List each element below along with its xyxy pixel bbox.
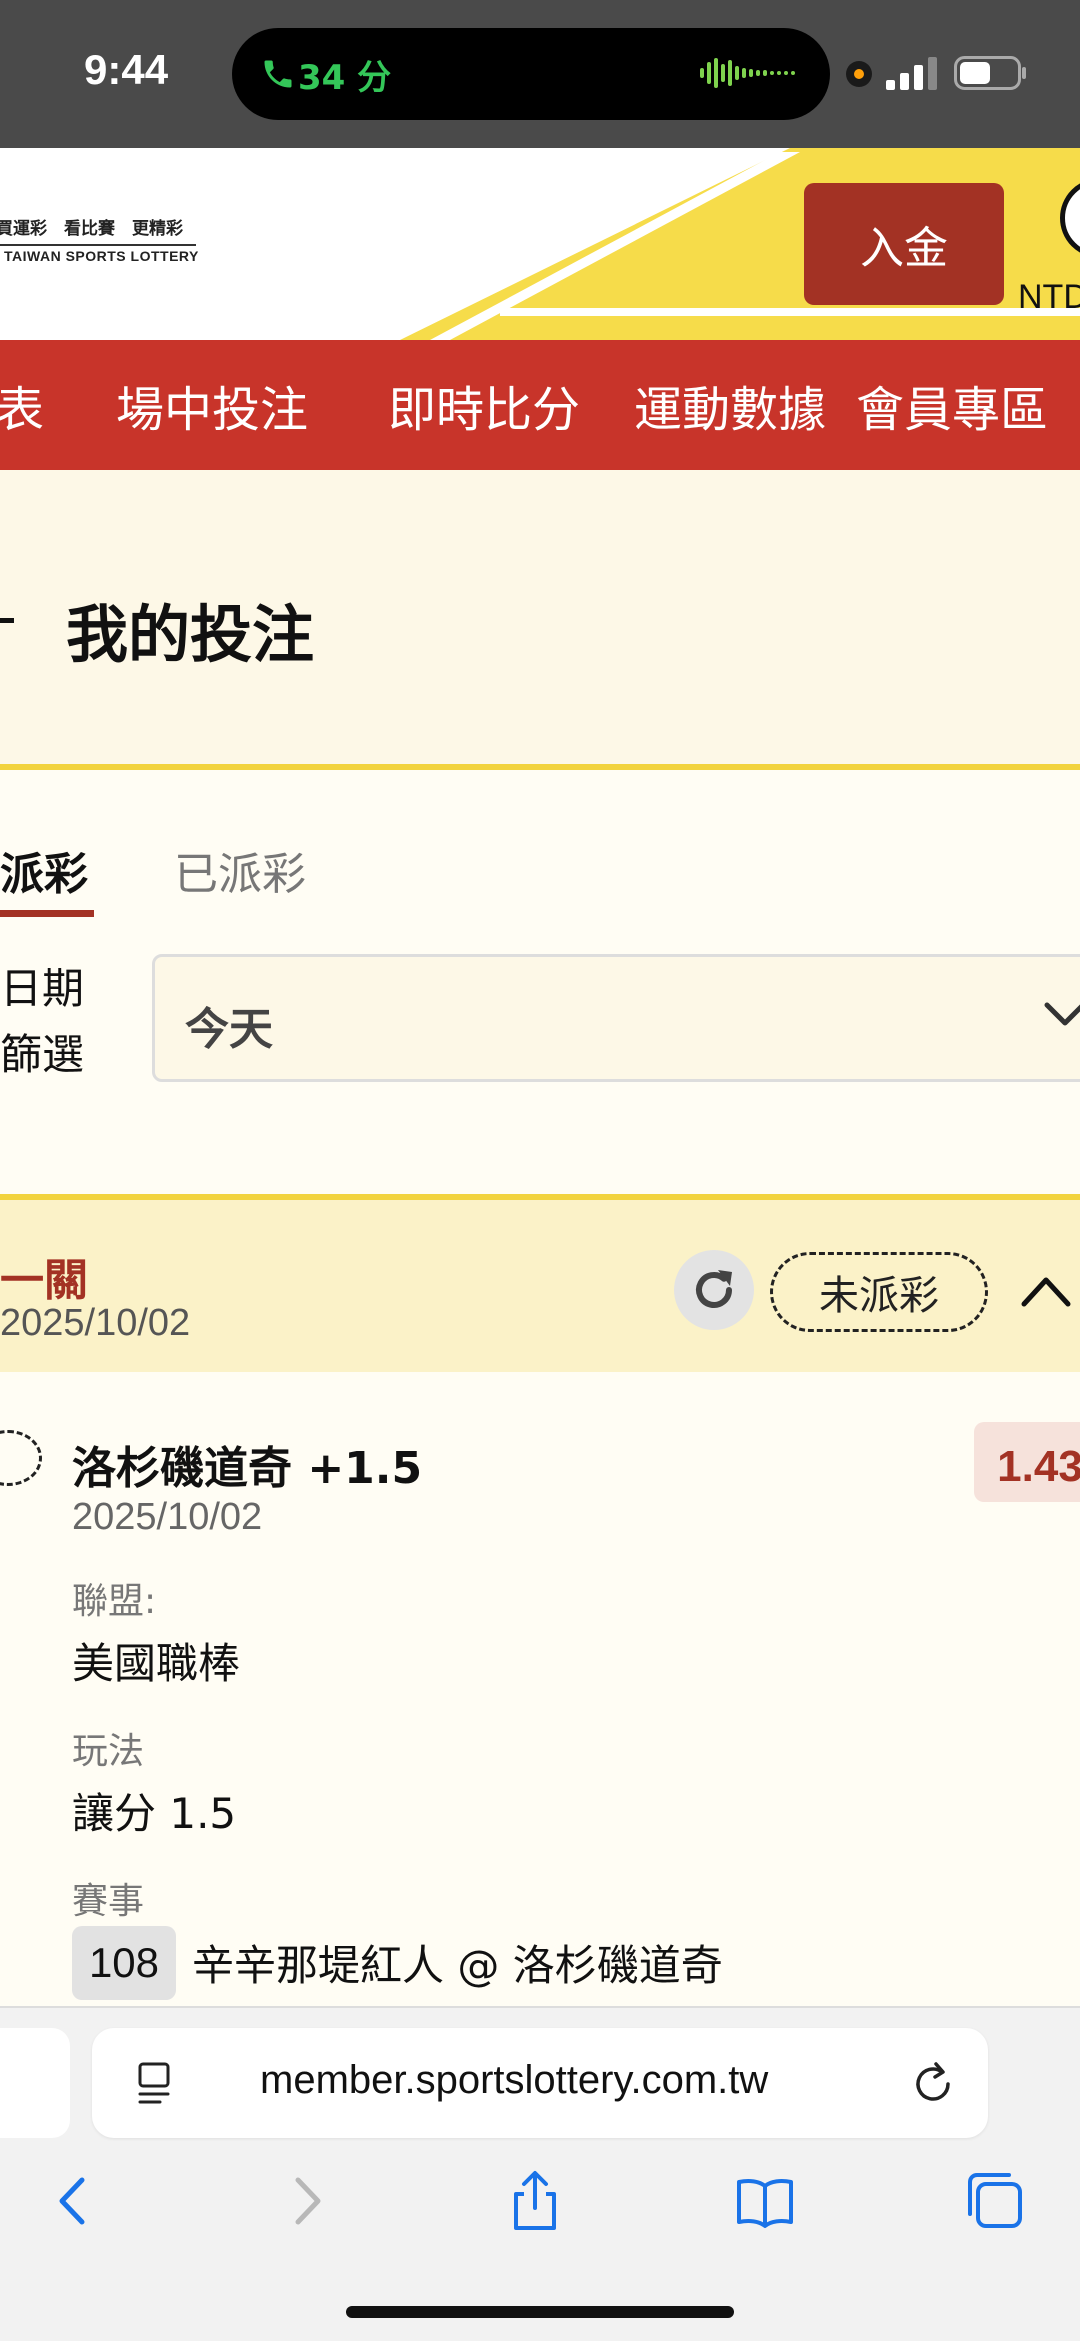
logo-slogan: 買運彩 看比賽 更精彩 <box>0 219 183 239</box>
tab-unsettled[interactable]: 派彩 <box>0 838 88 902</box>
refresh-icon <box>696 1270 732 1308</box>
bet-selection: 洛杉磯道奇 +1.5 <box>72 1443 423 1494</box>
deposit-button[interactable]: 入金 <box>804 183 1004 305</box>
logo-text: TAIWAN SPORTS LOTTERY <box>4 248 199 264</box>
currency-label: NTD <box>1018 278 1080 316</box>
chevron-up-icon[interactable] <box>1020 1272 1072 1308</box>
site-header: 買運彩 看比賽 更精彩 TAIWAN SPORTS LOTTERY 入金 NTD <box>0 148 1080 340</box>
bet-date: 2025/10/02 <box>0 1302 191 1344</box>
pending-status-icon <box>0 1430 42 1486</box>
logo-divider <box>0 244 196 246</box>
bet-card-header[interactable]: 一關 2025/10/02 未派彩 <box>0 1194 1080 1372</box>
chevron-down-icon <box>1044 1002 1080 1026</box>
previous-tab-preview[interactable] <box>0 2028 70 2138</box>
event-id-badge: 108 <box>72 1926 176 2000</box>
battery-icon <box>954 56 1026 90</box>
call-duration: 34 分 <box>298 58 392 98</box>
date-filter-select[interactable]: 今天 <box>152 954 1080 1082</box>
play-label: 玩法 <box>72 1731 145 1772</box>
tabs-icon[interactable] <box>962 2168 1028 2234</box>
odds-value: 1.43 <box>997 1442 1080 1491</box>
reload-icon[interactable] <box>910 2056 958 2108</box>
tab-active-indicator <box>0 910 94 917</box>
nav-item-schedule[interactable]: 表 <box>0 370 44 440</box>
nav-item-live-betting[interactable]: 場中投注 <box>116 370 308 440</box>
bookmarks-icon[interactable] <box>732 2168 798 2234</box>
odds-badge: 1.43 <box>974 1422 1080 1502</box>
tab-settled[interactable]: 已派彩 <box>174 838 306 902</box>
status-bar: 9:44 34 分 <box>0 0 1080 148</box>
page-title: 我的投注 <box>66 598 315 671</box>
nav-item-sports-data[interactable]: 運動數據 <box>634 370 826 440</box>
main-nav: 表 場中投注 即時比分 運動數據 會員專區 <box>0 340 1080 470</box>
phone-icon <box>264 60 292 88</box>
back-arrow-icon[interactable] <box>40 2168 106 2234</box>
home-indicator[interactable] <box>346 2306 734 2318</box>
browser-toolbar: member.sportslottery.com.tw <box>0 2006 1080 2341</box>
date-filter-label: 日期 篩選 <box>0 956 90 1088</box>
status-time: 9:44 <box>84 46 169 93</box>
address-bar[interactable]: member.sportslottery.com.tw <box>92 2028 988 2138</box>
bet-type: 一關 <box>0 1255 88 1306</box>
refresh-button[interactable] <box>674 1250 754 1330</box>
date-filter-label-line2: 篩選 <box>0 1030 85 1079</box>
event-name: 辛辛那堤紅人 @ 洛杉磯道奇 <box>192 1941 723 1990</box>
status-badge: 未派彩 <box>770 1252 988 1332</box>
event-label: 賽事 <box>72 1881 145 1922</box>
date-filter-value: 今天 <box>185 1004 273 1055</box>
nav-item-member-zone[interactable]: 會員專區 <box>856 370 1048 440</box>
play-value: 讓分 1.5 <box>72 1789 237 1838</box>
share-icon[interactable] <box>502 2168 568 2234</box>
back-icon[interactable] <box>0 618 14 623</box>
forward-arrow-icon[interactable] <box>274 2168 340 2234</box>
bet-detail: 洛杉磯道奇 +1.5 1.43 2025/10/02 聯盟: 美國職棒 玩法 讓… <box>0 1372 1080 2006</box>
privacy-indicator-icon <box>846 61 872 87</box>
cellular-signal-icon <box>886 57 937 90</box>
selection-date: 2025/10/02 <box>72 1496 263 1538</box>
league-value: 美國職棒 <box>72 1639 241 1688</box>
page-menu-icon[interactable] <box>134 2058 174 2106</box>
nav-item-live-scores[interactable]: 即時比分 <box>388 370 580 440</box>
audio-wave-icon <box>700 58 795 88</box>
league-label: 聯盟: <box>72 1581 157 1622</box>
url-text: member.sportslottery.com.tw <box>260 2058 769 2102</box>
date-filter-label-line1: 日期 <box>0 964 85 1013</box>
page-header: 我的投注 <box>0 470 1080 770</box>
